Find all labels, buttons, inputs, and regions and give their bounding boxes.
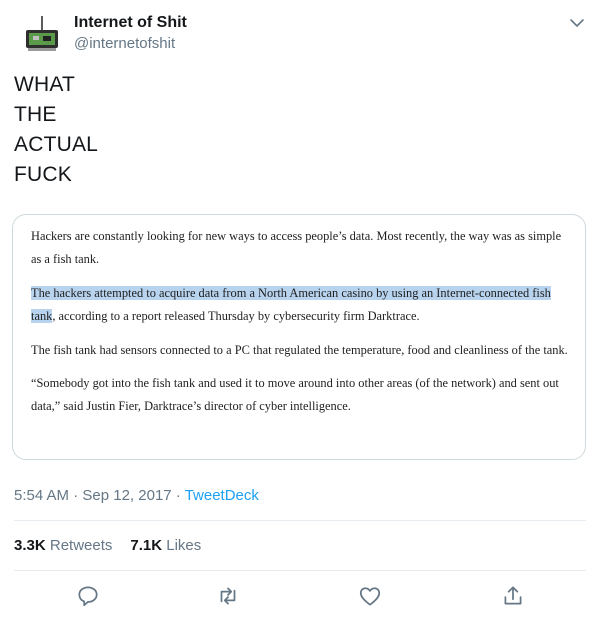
separator: ·: [171, 487, 185, 504]
share-icon[interactable]: [500, 583, 526, 609]
divider: [14, 520, 586, 521]
chevron-down-icon[interactable]: [566, 12, 588, 34]
retweet-icon[interactable]: [215, 583, 241, 609]
tweet-date[interactable]: Sep 12, 2017: [82, 487, 171, 504]
tweet-time[interactable]: 5:54 AM: [14, 487, 69, 504]
tweet-line: ACTUAL: [14, 133, 99, 156]
retweets-stat[interactable]: 3.3K Retweets: [14, 537, 112, 554]
retweets-count: 3.3K: [14, 537, 46, 554]
tweet-line: THE: [14, 103, 57, 126]
tweet-line: WHAT: [14, 73, 76, 96]
article-text: Hackers are constantly looking for new w…: [31, 225, 571, 429]
article-screenshot[interactable]: Hackers are constantly looking for new w…: [12, 214, 586, 460]
tweet-line: FUCK: [14, 163, 72, 186]
tweet-meta: 5:54 AM · Sep 12, 2017 · TweetDeck: [14, 487, 259, 504]
tweet-text: WHAT THE ACTUAL FUCK: [14, 70, 98, 190]
article-paragraph: Hackers are constantly looking for new w…: [31, 229, 562, 267]
tweet-source[interactable]: TweetDeck: [185, 487, 259, 504]
reply-icon[interactable]: [75, 583, 101, 609]
likes-label: Likes: [162, 537, 202, 554]
author-name[interactable]: Internet of Shit: [74, 14, 187, 32]
likes-count: 7.1K: [130, 537, 163, 554]
author-handle[interactable]: @internetofshit: [74, 35, 175, 52]
article-paragraph: The fish tank had sensors connected to a…: [31, 342, 568, 357]
article-text-rest: , according to a report released Thursda…: [52, 309, 420, 324]
heart-icon[interactable]: [357, 583, 383, 609]
article-paragraph: “Somebody got into the fish tank and use…: [31, 376, 559, 414]
article-paragraph: The hackers attempted to acquire data fr…: [31, 282, 571, 329]
likes-stat[interactable]: 7.1K Likes: [130, 537, 201, 554]
tweet-stats: 3.3K Retweets 7.1K Likes: [14, 537, 201, 554]
retweets-label: Retweets: [45, 537, 113, 554]
avatar[interactable]: [20, 12, 64, 56]
separator: ·: [69, 487, 83, 504]
divider: [14, 570, 586, 571]
